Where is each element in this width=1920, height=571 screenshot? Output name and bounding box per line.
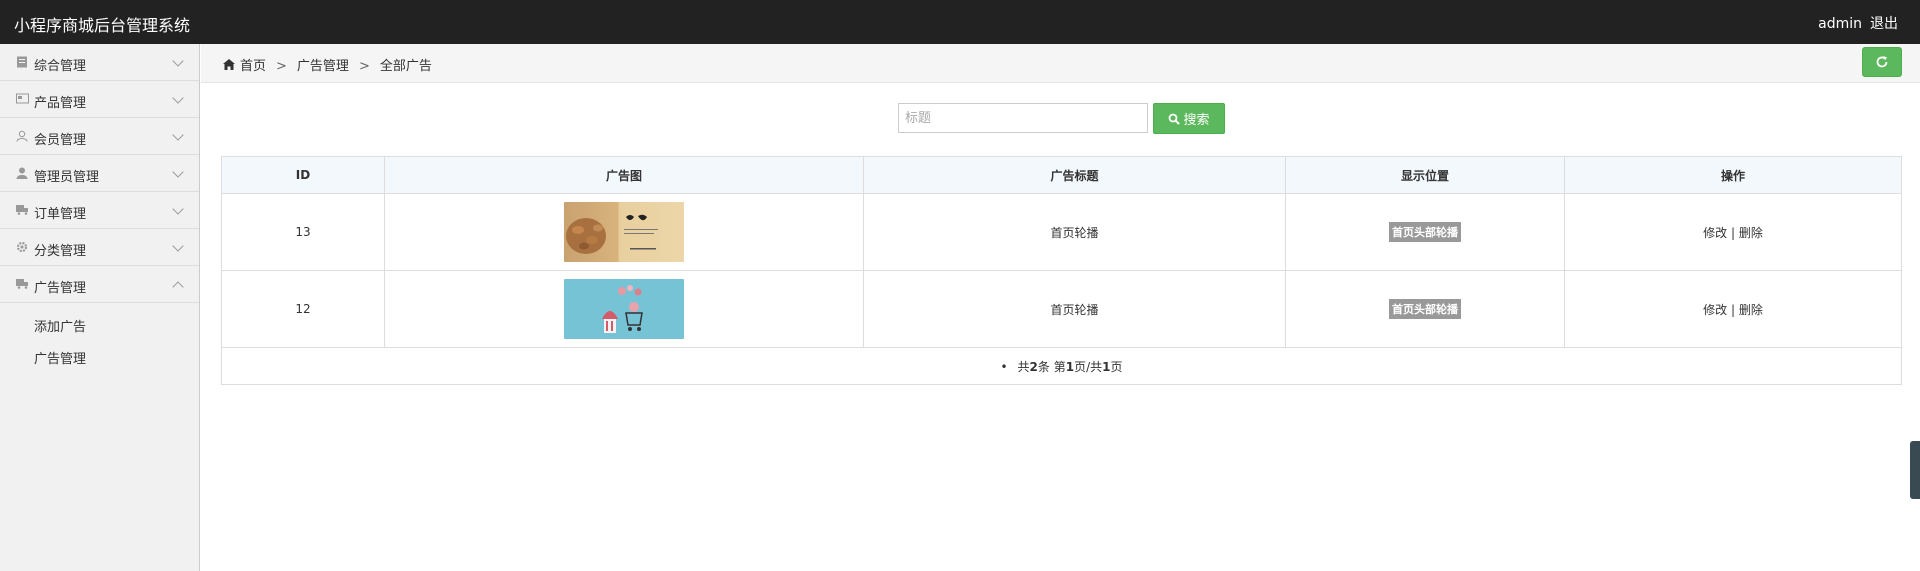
refresh-icon — [1876, 56, 1888, 68]
breadcrumb: 首页 > 广告管理 > 全部广告 — [201, 44, 1920, 83]
cell-actions: 修改 | 删除 — [1564, 270, 1902, 348]
cell-id: 13 — [221, 193, 385, 271]
pager-text: 共 — [1017, 359, 1030, 374]
sidebar-item-label: 广告管理 — [34, 281, 87, 296]
ad-image-shopping-graphic — [602, 285, 643, 333]
column-header-title: 广告标题 — [863, 156, 1286, 194]
table-header-row: ID 广告图 广告标题 显示位置 操作 — [221, 156, 1902, 194]
chevron-up-icon — [172, 281, 184, 293]
submenu-item-ad-manage[interactable]: 广告管理 — [0, 344, 199, 376]
chevron-down-icon — [172, 55, 184, 67]
action-separator: | — [1730, 225, 1736, 240]
action-separator: | — [1730, 302, 1736, 317]
chevron-down-icon — [172, 129, 184, 141]
ads-table: ID 广告图 广告标题 显示位置 操作 13 首页轮播 首页头部轮播 修改 | … — [221, 156, 1902, 385]
sidebar-item-label: 订单管理 — [34, 207, 87, 222]
search-bar: 搜索 — [898, 103, 1225, 134]
logout-link[interactable]: 退出 — [1870, 16, 1898, 32]
sidebar-item-ads[interactable]: 广告管理 — [0, 266, 199, 303]
refresh-button[interactable] — [1862, 47, 1902, 77]
pager-total-count: 2 — [1029, 359, 1038, 374]
column-header-image: 广告图 — [384, 156, 864, 194]
chevron-down-icon — [172, 166, 184, 178]
document-icon — [15, 56, 29, 70]
cell-position: 首页头部轮播 — [1285, 193, 1565, 271]
sidebar-item-products[interactable]: 产品管理 — [0, 81, 199, 118]
sidebar-item-members[interactable]: 会员管理 — [0, 118, 199, 155]
username[interactable]: admin — [1818, 16, 1862, 32]
ad-image-nuts[interactable] — [564, 202, 684, 262]
breadcrumb-trail: 首页 > 广告管理 > 全部广告 — [223, 55, 432, 74]
pager-text: 第 — [1053, 359, 1066, 374]
gear-icon — [15, 241, 29, 255]
user-icon — [15, 167, 29, 181]
pager-text: 页 — [1110, 359, 1123, 374]
user-outline-icon — [15, 130, 29, 144]
search-button[interactable]: 搜索 — [1153, 103, 1225, 134]
chevron-down-icon — [172, 240, 184, 252]
cell-ad-image — [384, 193, 864, 271]
chevron-down-icon — [172, 92, 184, 104]
cell-ad-image — [384, 270, 864, 348]
breadcrumb-level2: 全部广告 — [379, 59, 432, 74]
user-area: admin 退出 — [1810, 13, 1898, 33]
sidebar: 综合管理 产品管理 会员管理 管理员管理 订单管理 分类管理 广告管理 添加广告… — [0, 44, 200, 571]
sidebar-item-categories[interactable]: 分类管理 — [0, 229, 199, 266]
ad-image-shopping[interactable] — [564, 279, 684, 339]
submenu-item-add-ad[interactable]: 添加广告 — [0, 312, 199, 344]
ad-image-nuts-graphic — [566, 214, 658, 254]
position-badge: 首页头部轮播 — [1389, 222, 1461, 242]
edit-link[interactable]: 修改 — [1703, 303, 1727, 317]
table-row: 12 首页轮播 首页头部轮播 修改 | 删除 — [221, 270, 1902, 348]
submenu-spacer — [0, 303, 199, 312]
top-navbar: 小程序商城后台管理系统 admin 退出 — [0, 0, 1920, 44]
pager-total-pages: 1 — [1102, 359, 1111, 374]
truck-icon — [15, 278, 29, 292]
truck-icon — [15, 204, 29, 218]
pager-text: 条 — [1037, 359, 1050, 374]
search-button-label: 搜索 — [1183, 113, 1210, 128]
cell-id: 12 — [221, 270, 385, 348]
breadcrumb-level1[interactable]: 广告管理 — [297, 59, 349, 74]
search-icon — [1169, 113, 1181, 125]
breadcrumb-home[interactable]: 首页 — [240, 59, 266, 74]
column-header-id: ID — [221, 156, 385, 194]
cell-title: 首页轮播 — [863, 270, 1286, 348]
sidebar-item-orders[interactable]: 订单管理 — [0, 192, 199, 229]
cell-position: 首页头部轮播 — [1285, 270, 1565, 348]
breadcrumb-separator: > — [276, 59, 287, 74]
sidebar-item-label: 管理员管理 — [34, 170, 100, 185]
sidebar-item-label: 分类管理 — [34, 244, 87, 259]
delete-link[interactable]: 删除 — [1739, 303, 1763, 317]
column-header-actions: 操作 — [1564, 156, 1902, 194]
pager-current-page: 1 — [1065, 359, 1075, 374]
table-row: 13 首页轮播 首页头部轮播 修改 | 删除 — [221, 193, 1902, 271]
sidebar-item-general[interactable]: 综合管理 — [0, 44, 199, 81]
home-icon — [223, 59, 235, 70]
sidebar-item-admins[interactable]: 管理员管理 — [0, 155, 199, 192]
pager-bullet: • — [1000, 359, 1008, 374]
sidebar-item-label: 会员管理 — [34, 133, 87, 148]
card-icon — [15, 93, 29, 107]
side-widget-handle[interactable] — [1910, 441, 1920, 499]
chevron-down-icon — [172, 203, 184, 215]
app-title: 小程序商城后台管理系统 — [14, 16, 191, 35]
pager-row: • 共2条 第1页/共1页 — [221, 347, 1902, 385]
delete-link[interactable]: 删除 — [1739, 226, 1763, 240]
pager-text: 页/共 — [1074, 359, 1103, 374]
breadcrumb-separator: > — [358, 59, 370, 74]
cell-actions: 修改 | 删除 — [1564, 193, 1902, 271]
position-badge: 首页头部轮播 — [1389, 299, 1461, 319]
sidebar-item-label: 综合管理 — [34, 59, 87, 74]
sidebar-item-label: 产品管理 — [34, 96, 87, 111]
title-search-input[interactable] — [898, 103, 1148, 133]
edit-link[interactable]: 修改 — [1703, 226, 1727, 240]
column-header-position: 显示位置 — [1285, 156, 1565, 194]
pagination: • 共2条 第1页/共1页 — [221, 347, 1902, 385]
cell-title: 首页轮播 — [863, 193, 1286, 271]
